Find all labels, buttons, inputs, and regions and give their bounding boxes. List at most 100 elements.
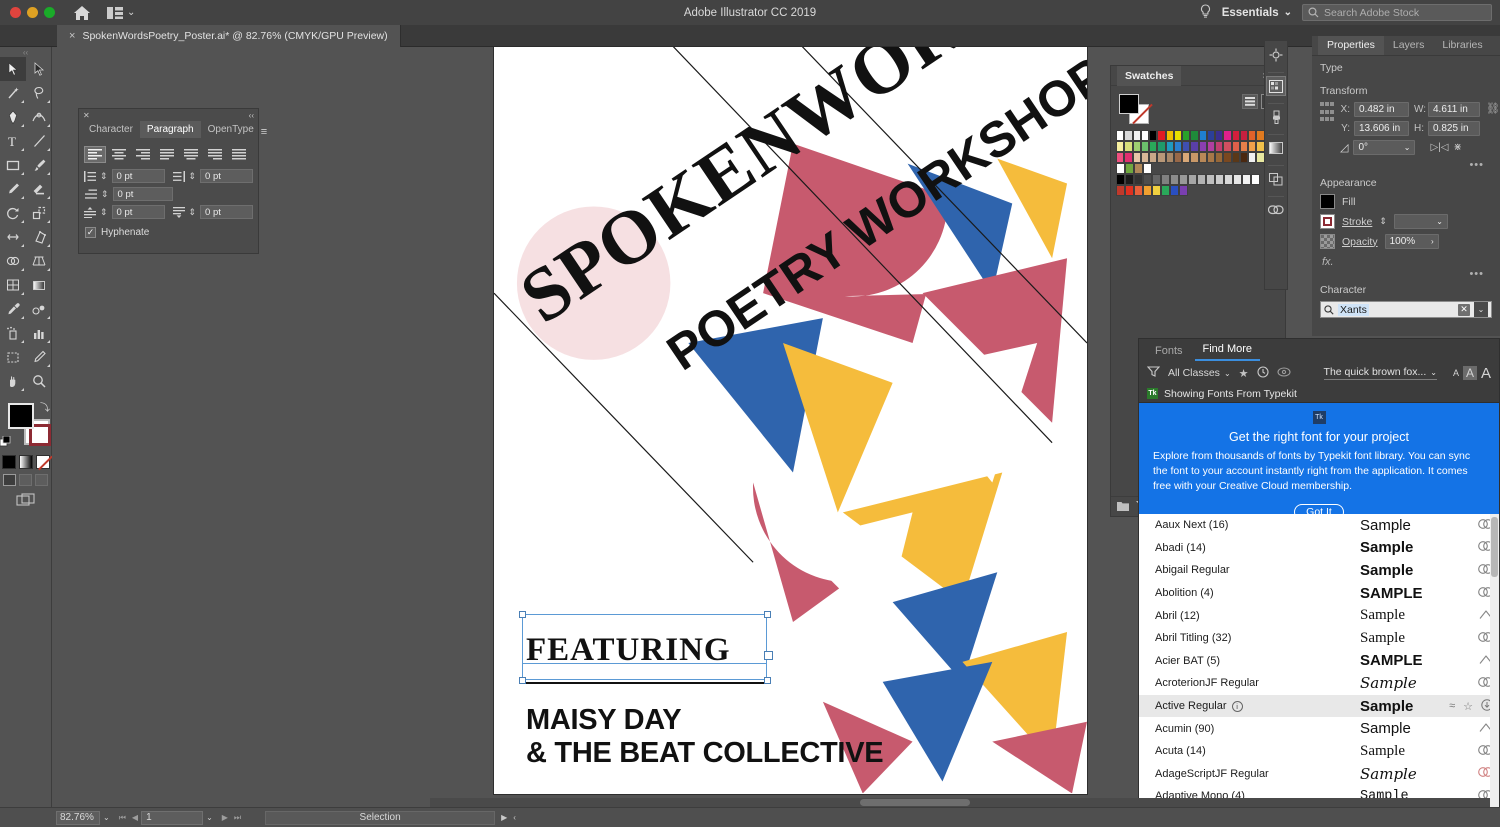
swatch-cell[interactable] bbox=[1199, 152, 1207, 163]
swatch-cell[interactable] bbox=[1182, 130, 1190, 141]
properties-panel[interactable]: Properties Layers Libraries Type Transfo… bbox=[1312, 36, 1500, 336]
symbol-sprayer-tool[interactable] bbox=[0, 321, 26, 345]
minimize-window-button[interactable] bbox=[27, 7, 38, 18]
fonts-panel[interactable]: Fonts Find More All Classes ⌄ ★ The quic… bbox=[1138, 338, 1500, 810]
swatch-cell[interactable] bbox=[1179, 185, 1188, 196]
tab-find-more[interactable]: Find More bbox=[1195, 339, 1261, 361]
swatch-cell[interactable] bbox=[1224, 174, 1233, 185]
swatch-cell[interactable] bbox=[1188, 174, 1197, 185]
draw-normal-mode[interactable] bbox=[3, 474, 16, 486]
stroke-stepper[interactable]: ⇕ bbox=[1379, 216, 1387, 227]
brushes-icon[interactable] bbox=[1266, 107, 1286, 127]
hand-tool[interactable] bbox=[0, 369, 26, 393]
swatch-cell[interactable] bbox=[1207, 152, 1215, 163]
opacity-label[interactable]: Opacity bbox=[1342, 236, 1378, 248]
column-graph-tool[interactable] bbox=[26, 321, 52, 345]
swatch-cell[interactable] bbox=[1215, 174, 1224, 185]
swatch-cell[interactable] bbox=[1242, 174, 1251, 185]
last-artboard-button[interactable]: ⏭ bbox=[234, 813, 241, 823]
swatch-cell[interactable] bbox=[1149, 141, 1157, 152]
swatch-cell[interactable] bbox=[1143, 163, 1152, 174]
swatch-cell[interactable] bbox=[1170, 174, 1179, 185]
fill-stroke-control[interactable]: ⤵ bbox=[0, 399, 52, 451]
pen-tool[interactable] bbox=[0, 105, 26, 129]
selection-handle-bl[interactable] bbox=[519, 677, 526, 684]
previous-artboard-button[interactable]: ◀ bbox=[132, 813, 138, 822]
screen-mode-button[interactable] bbox=[0, 493, 51, 508]
swatch-cell[interactable] bbox=[1116, 174, 1125, 185]
tab-libraries[interactable]: Libraries bbox=[1433, 36, 1491, 55]
hyphenate-row[interactable]: ✓ Hyphenate bbox=[79, 223, 258, 242]
font-list-item[interactable]: Aaux Next (16)Sample bbox=[1139, 514, 1499, 537]
transform-more-options[interactable]: ••• bbox=[1320, 159, 1492, 171]
swatch-cell[interactable] bbox=[1149, 152, 1157, 163]
width-tool[interactable] bbox=[0, 225, 26, 249]
first-artboard-button[interactable]: ⏮ bbox=[119, 813, 126, 823]
preview-size-medium[interactable]: A bbox=[1463, 366, 1477, 380]
status-tool-display[interactable]: Selection bbox=[265, 811, 495, 825]
lasso-tool[interactable] bbox=[26, 81, 52, 105]
swatch-cell[interactable] bbox=[1133, 130, 1141, 141]
tab-properties[interactable]: Properties bbox=[1318, 36, 1384, 55]
direct-selection-tool[interactable] bbox=[26, 57, 52, 81]
blend-tool[interactable] bbox=[26, 297, 52, 321]
font-list-item[interactable]: Acuta (14)Sample bbox=[1139, 740, 1499, 763]
info-icon[interactable]: i bbox=[1232, 701, 1243, 712]
fx-button[interactable]: fx. bbox=[1320, 254, 1492, 268]
artboard-number-input[interactable]: 1 bbox=[141, 811, 203, 825]
swatch-cell[interactable] bbox=[1251, 174, 1260, 185]
tab-layers[interactable]: Layers bbox=[1384, 36, 1434, 55]
swatch-cell[interactable] bbox=[1197, 174, 1206, 185]
font-list[interactable]: Aaux Next (16)SampleAbadi (14)SampleAbig… bbox=[1139, 514, 1499, 809]
align-left-button[interactable] bbox=[84, 146, 106, 163]
zoom-tool[interactable] bbox=[26, 369, 52, 393]
swatch-cell[interactable] bbox=[1125, 163, 1134, 174]
fill-swatch[interactable] bbox=[8, 403, 34, 429]
swatch-cell[interactable] bbox=[1223, 130, 1231, 141]
swatch-cell[interactable] bbox=[1170, 185, 1179, 196]
swatch-fill-stroke-control[interactable] bbox=[1119, 94, 1151, 124]
tab-character[interactable]: Character bbox=[82, 121, 140, 138]
list-view-icon[interactable] bbox=[1242, 94, 1258, 109]
eye-icon[interactable] bbox=[1277, 367, 1291, 380]
swatch-cell[interactable] bbox=[1141, 152, 1149, 163]
color-mode-solid[interactable] bbox=[2, 455, 16, 469]
flip-horizontal-icon[interactable]: ▷|◁ bbox=[1430, 142, 1448, 153]
font-list-item[interactable]: Active RegulariSample≈☆ bbox=[1139, 695, 1499, 718]
swatch-cell[interactable] bbox=[1248, 130, 1256, 141]
line-segment-tool[interactable] bbox=[26, 129, 52, 153]
eraser-tool[interactable] bbox=[26, 177, 52, 201]
swatch-grid[interactable] bbox=[1111, 128, 1285, 196]
swatch-cell[interactable] bbox=[1134, 174, 1143, 185]
font-preview-text-dropdown[interactable]: The quick brown fox... ⌄ bbox=[1324, 366, 1437, 380]
swatch-cell[interactable] bbox=[1179, 174, 1188, 185]
swatch-cell[interactable] bbox=[1232, 130, 1240, 141]
font-list-item[interactable]: Abolition (4)SAMPLE bbox=[1139, 582, 1499, 605]
swatch-cell[interactable] bbox=[1206, 174, 1215, 185]
scale-tool[interactable] bbox=[26, 201, 52, 225]
selection-handle-tl[interactable] bbox=[519, 611, 526, 618]
zoom-chevron-icon[interactable]: ⌄ bbox=[103, 813, 110, 822]
font-list-item[interactable]: AcroterionJF RegularSample bbox=[1139, 672, 1499, 695]
space-after-stepper[interactable]: ⇕ bbox=[189, 207, 197, 218]
swatch-cell[interactable] bbox=[1182, 152, 1190, 163]
paragraph-panel-menu-icon[interactable]: ≡ bbox=[261, 126, 273, 138]
close-icon[interactable]: × bbox=[69, 30, 75, 42]
perspective-grid-tool[interactable] bbox=[26, 249, 52, 273]
h-input[interactable]: 0.825 in bbox=[1428, 121, 1480, 136]
artboard-tool[interactable] bbox=[0, 345, 26, 369]
selection-handle-br[interactable] bbox=[764, 677, 771, 684]
reference-point-selector[interactable] bbox=[1320, 102, 1334, 124]
gradient-tool[interactable] bbox=[26, 273, 52, 297]
shape-builder-tool[interactable] bbox=[0, 249, 26, 273]
home-icon[interactable] bbox=[71, 2, 93, 24]
curvature-tool[interactable] bbox=[26, 105, 52, 129]
font-list-item[interactable]: Acumin (90)Sample bbox=[1139, 717, 1499, 740]
swatch-cell[interactable] bbox=[1116, 163, 1125, 174]
swatch-cell[interactable] bbox=[1223, 152, 1231, 163]
swatch-cell[interactable] bbox=[1124, 130, 1132, 141]
layers-icon[interactable] bbox=[1266, 169, 1286, 189]
flip-vertical-icon[interactable]: ⋇ bbox=[1453, 142, 1461, 153]
swatch-cell[interactable] bbox=[1161, 185, 1170, 196]
w-input[interactable]: 4.611 in bbox=[1428, 102, 1480, 117]
